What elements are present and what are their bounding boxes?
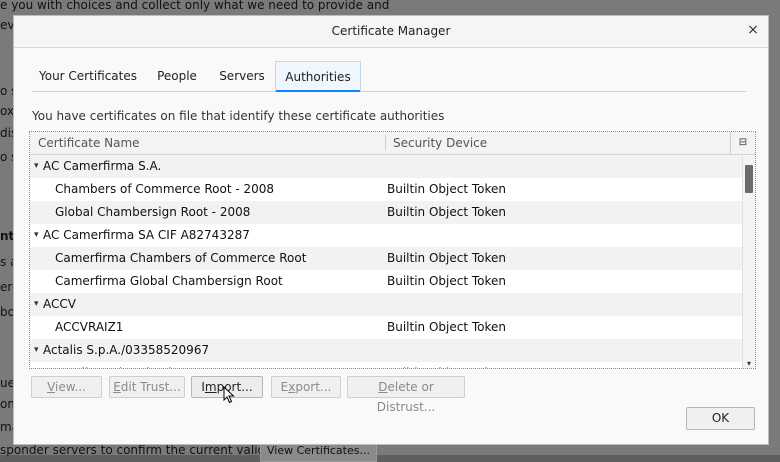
titlebar: Certificate Manager × (14, 16, 768, 48)
certificate-name: Actalis S.p.A./03358520967 (43, 343, 210, 357)
tree-group-row[interactable]: ▾ ACCV (30, 293, 744, 316)
mouse-pointer-icon (223, 386, 235, 404)
certificate-name: AC Camerfirma SA CIF A82743287 (43, 228, 250, 242)
tree-row[interactable]: Global Chambersign Root - 2008 Builtin Ob… (30, 201, 744, 224)
tab-your-certificates[interactable]: Your Certificates (32, 61, 144, 91)
tab-people[interactable]: People (147, 61, 207, 91)
certificate-manager-dialog: Certificate Manager × Your Certificates … (13, 15, 769, 445)
tree-group-row[interactable]: ▾ AC Camerfirma SA CIF A82743287 (30, 224, 744, 247)
export-button[interactable]: Export... (271, 376, 341, 398)
ok-button[interactable]: OK (686, 407, 755, 430)
background-text: e you with choices and collect only what… (0, 0, 390, 12)
tree-row[interactable]: ACCVRAIZ1 Builtin Object Token (30, 316, 744, 339)
tree-row[interactable]: Actalis Authentication Root CA Builtin Ob… (30, 362, 744, 368)
tab-authorities[interactable]: Authorities (275, 61, 361, 92)
column-header-certificate-name[interactable]: Certificate Name (38, 132, 140, 154)
security-device: Builtin Object Token (387, 182, 507, 196)
certificate-name: Camerfirma Global Chambersign Root (55, 274, 283, 288)
background-text: ox (0, 104, 15, 118)
vertical-scrollbar[interactable]: ▾ (742, 155, 755, 368)
dialog-title: Certificate Manager (331, 24, 451, 38)
tree-row[interactable]: Camerfirma Chambers of Commerce Root Buil… (30, 247, 744, 270)
tree-rows: ▾ AC Camerfirma S.A. Chambers of Commerce … (30, 155, 744, 368)
close-icon[interactable]: × (744, 21, 762, 39)
certificate-name: ACCV (43, 297, 76, 311)
tree-row[interactable]: Chambers of Commerce Root - 2008 Builtin … (30, 178, 744, 201)
tree-group-row[interactable]: ▾ AC Camerfirma S.A. (30, 155, 744, 178)
column-separator[interactable] (385, 135, 386, 151)
scroll-down-arrow-icon[interactable]: ▾ (743, 359, 755, 368)
edit-trust-button[interactable]: Edit Trust... (109, 376, 185, 398)
expand-twisty-icon[interactable]: ▾ (34, 339, 39, 362)
column-header-security-device[interactable]: Security Device (393, 132, 487, 154)
certificate-tree[interactable]: Certificate Name Security Device ⊟ ▾ AC C… (29, 131, 756, 369)
security-device: Builtin Object Token (387, 251, 507, 265)
certificate-name: Camerfirma Chambers of Commerce Root (55, 251, 307, 265)
column-picker-icon[interactable]: ⊟ (730, 132, 755, 154)
view-button[interactable]: View... (31, 376, 102, 398)
scrollbar-thumb[interactable] (745, 165, 753, 193)
tree-group-row[interactable]: ▾ Actalis S.p.A./03358520967 (30, 339, 744, 362)
security-device: Builtin Object Token (387, 274, 507, 288)
expand-twisty-icon[interactable]: ▾ (34, 293, 39, 316)
certificate-name: ACCVRAIZ1 (55, 320, 124, 334)
certificate-name: Actalis Authentication Root CA (55, 362, 238, 368)
security-device: Builtin Object Token (387, 362, 506, 368)
tab-bar: Your Certificates People Servers Authori… (32, 61, 746, 92)
security-device: Builtin Object Token (387, 205, 507, 219)
description-text: You have certificates on file that ident… (32, 109, 445, 123)
delete-or-distrust-button[interactable]: Delete or Distrust... (347, 376, 465, 414)
expand-twisty-icon[interactable]: ▾ (34, 155, 39, 178)
certificate-name: Global Chambersign Root - 2008 (55, 205, 251, 219)
expand-twisty-icon[interactable]: ▾ (34, 224, 39, 247)
tab-servers[interactable]: Servers (212, 61, 272, 91)
security-device: Builtin Object Token (387, 320, 507, 334)
certificate-name: Chambers of Commerce Root - 2008 (55, 182, 275, 196)
tree-row[interactable]: Camerfirma Global Chambersign Root Builti… (30, 270, 744, 293)
certificate-name: AC Camerfirma S.A. (43, 159, 162, 173)
tree-header: Certificate Name Security Device ⊟ (30, 132, 755, 155)
